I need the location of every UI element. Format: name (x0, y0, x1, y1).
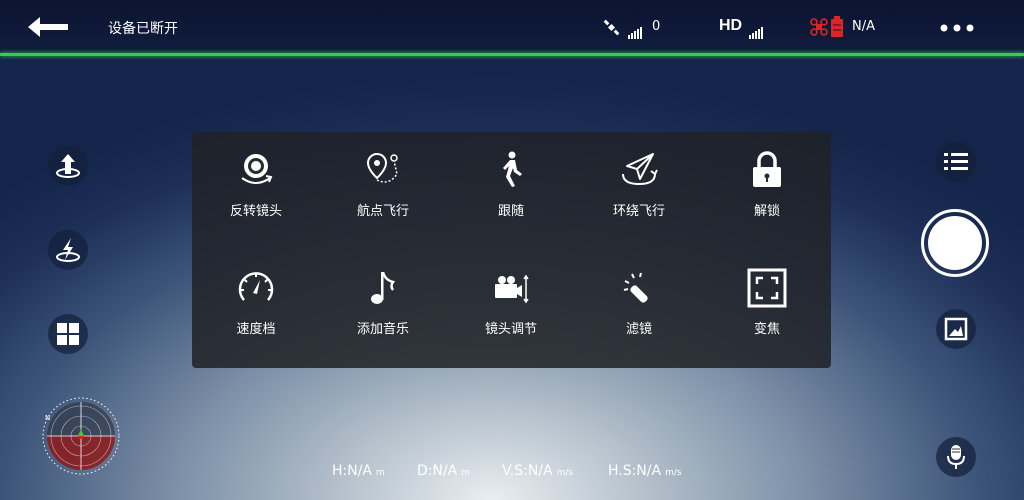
music-note-icon (371, 271, 396, 304)
top-bar: 设备已断开 0 HD N/A (0, 0, 1024, 54)
video-signal-icon (749, 20, 764, 39)
gallery-button[interactable] (936, 309, 976, 349)
microphone-icon (947, 445, 965, 469)
function-menu-panel: 反转镜头 航点飞行 跟随 环绕飞行 解锁 速度档 添加音乐 镜头调节 滤镜 变焦 (192, 132, 831, 368)
menu-item-label: 变焦 (753, 322, 780, 337)
settings-list-button[interactable] (936, 142, 976, 182)
connection-status: 设备已断开 (108, 21, 178, 37)
menu-item-add-music[interactable]: 添加音乐 (319, 250, 447, 360)
more-button[interactable] (940, 20, 974, 34)
vertical-speed-readout: V.S:N/A m/s (502, 463, 574, 479)
satellite-icon (603, 19, 620, 36)
menu-item-unlock[interactable]: 解锁 (703, 132, 831, 242)
arrow-left-icon (28, 17, 68, 37)
magic-wand-icon (623, 272, 648, 303)
menu-item-label: 航点飞行 (356, 204, 409, 219)
menu-item-label: 镜头调节 (484, 322, 537, 337)
horizontal-speed-readout: H.S:N/A m/s (608, 463, 682, 479)
svg-text:N: N (45, 414, 50, 422)
battery-value: N/A (852, 19, 875, 34)
menu-item-label: 跟随 (497, 204, 524, 219)
height-readout: H:N/A m (332, 463, 385, 479)
shutter-inner (928, 216, 982, 270)
drone-icon (810, 18, 828, 36)
menu-item-label: 反转镜头 (229, 204, 282, 219)
list-icon (944, 153, 968, 170)
menu-item-waypoint[interactable]: 航点飞行 (319, 132, 447, 242)
walking-person-icon (503, 151, 522, 187)
gallery-icon (944, 317, 968, 341)
menu-item-label: 速度档 (236, 322, 276, 337)
speedometer-icon (238, 272, 274, 301)
zoom-frame-icon (747, 268, 787, 308)
battery-icon (831, 16, 843, 37)
lock-icon (753, 151, 781, 187)
menu-item-label: 滤镜 (625, 322, 652, 337)
satellite-count: 0 (652, 19, 661, 34)
orbit-icon (622, 153, 658, 186)
menu-item-camera-adjust[interactable]: 镜头调节 (447, 250, 575, 360)
grid-menu-button[interactable] (48, 314, 88, 354)
voice-button[interactable] (936, 437, 976, 477)
landing-button[interactable] (48, 230, 88, 270)
connection-bar (0, 53, 1024, 56)
menu-item-orbit[interactable]: 环绕飞行 (575, 132, 703, 242)
menu-item-filter[interactable]: 滤镜 (575, 250, 703, 360)
takeoff-button[interactable] (48, 146, 88, 186)
radar-icon: N (42, 397, 120, 475)
more-dots-icon (940, 24, 974, 32)
radar-compass: N (41, 396, 121, 476)
menu-item-zoom[interactable]: 变焦 (703, 250, 831, 360)
landing-icon (56, 238, 80, 262)
hd-label: HD (719, 17, 743, 34)
menu-item-flip-camera[interactable]: 反转镜头 (192, 132, 320, 242)
shutter-button[interactable] (921, 209, 989, 277)
satellite-signal-icon (628, 20, 643, 39)
menu-item-label: 环绕飞行 (612, 204, 665, 219)
distance-readout: D:N/A m (417, 463, 471, 479)
back-button[interactable] (26, 14, 70, 40)
takeoff-icon (56, 154, 80, 178)
waypoint-icon (366, 152, 398, 183)
video-camera-adjust-icon (495, 274, 529, 304)
menu-item-label: 解锁 (753, 204, 780, 219)
menu-item-label: 添加音乐 (356, 322, 409, 337)
grid-icon (57, 323, 79, 345)
menu-item-speed[interactable]: 速度档 (192, 250, 320, 360)
menu-item-follow[interactable]: 跟随 (447, 132, 575, 242)
flip-camera-icon (241, 154, 273, 184)
